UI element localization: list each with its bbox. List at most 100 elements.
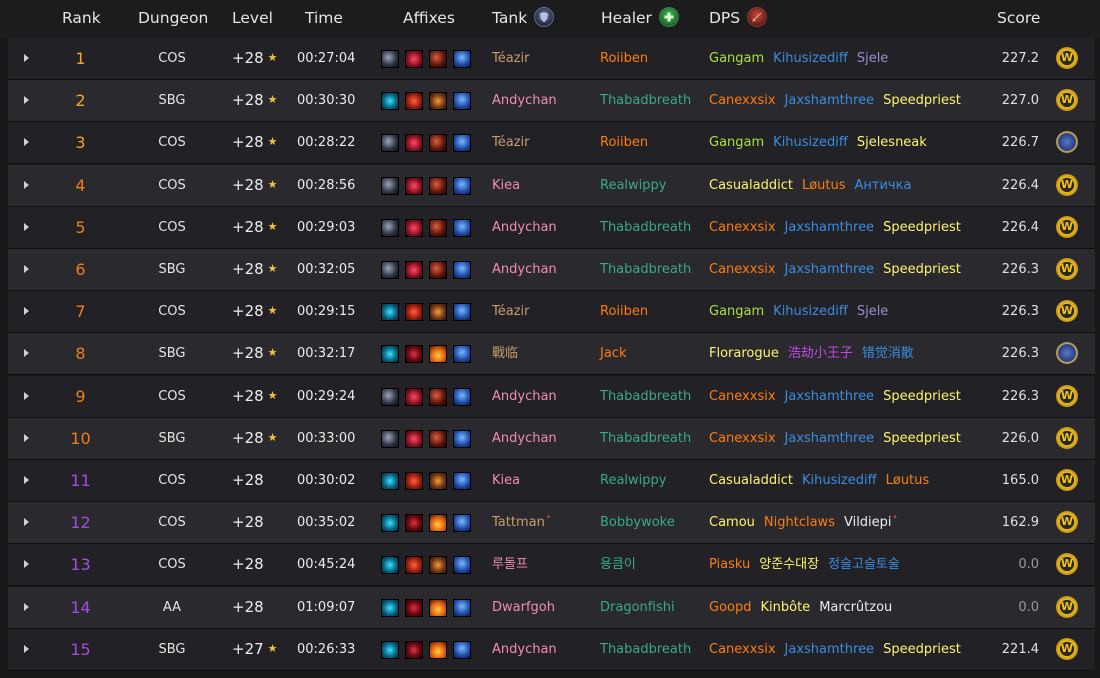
- mask-sepal-icon[interactable]: [381, 429, 399, 448]
- tyrannical-icon[interactable]: [453, 176, 471, 195]
- tyrannical-icon[interactable]: [453, 514, 471, 533]
- dps-name[interactable]: Античка: [855, 178, 912, 193]
- healer-name[interactable]: Thabadbreath: [600, 249, 691, 290]
- dungeon-value[interactable]: COS: [132, 460, 212, 501]
- dps-name[interactable]: Goopd: [709, 600, 752, 615]
- dungeon-value[interactable]: SBG: [132, 80, 212, 121]
- header-score[interactable]: Score: [997, 0, 1040, 36]
- tyrannical-icon[interactable]: [453, 387, 471, 406]
- dps-name[interactable]: Sjele: [857, 304, 888, 319]
- dps-name[interactable]: Kihusizediff: [802, 473, 877, 488]
- header-time[interactable]: Time: [305, 0, 343, 36]
- tyrannical-icon[interactable]: [453, 472, 471, 490]
- storming-icon[interactable]: [381, 556, 399, 575]
- dps-name[interactable]: 错觉消散: [862, 346, 914, 361]
- dps-name[interactable]: Vildiepi•: [844, 513, 898, 530]
- storming-icon[interactable]: [381, 92, 399, 111]
- header-level[interactable]: Level: [232, 0, 273, 36]
- mask-sepal-icon[interactable]: [381, 176, 399, 195]
- healer-name[interactable]: Dragonfishi: [600, 587, 675, 628]
- dps-name[interactable]: Canexxsix: [709, 431, 776, 446]
- dps-name[interactable]: Jaxshamthree: [785, 220, 875, 235]
- healer-name[interactable]: Thabadbreath: [600, 80, 691, 121]
- dps-name[interactable]: Speedpriest: [883, 389, 961, 404]
- table-row[interactable]: 11 COS +28 00:30:02 Kiea Realwippy Casualaddic…: [8, 460, 1095, 502]
- tyrannical-icon[interactable]: [453, 218, 471, 237]
- tank-name[interactable]: 戰临: [492, 333, 518, 374]
- dps-name[interactable]: Piasku: [709, 557, 750, 572]
- inspiring-icon[interactable]: [405, 556, 423, 575]
- bolstering-icon[interactable]: [429, 218, 447, 237]
- dps-name[interactable]: Kinbôte: [761, 600, 811, 615]
- table-row[interactable]: 7 COS +28 ★ 00:29:15 Téazir Roiiben Gangam Kihus…: [8, 291, 1095, 334]
- dps-name[interactable]: Canexxsix: [709, 220, 776, 235]
- tank-name[interactable]: Andychan: [492, 207, 557, 248]
- dungeon-value[interactable]: COS: [132, 165, 212, 206]
- dps-name[interactable]: Jaxshamthree: [785, 262, 875, 277]
- raging-icon[interactable]: [405, 345, 423, 364]
- dps-name[interactable]: Gangam: [709, 304, 764, 319]
- storming-icon[interactable]: [381, 640, 399, 659]
- dps-name[interactable]: Nightclaws: [764, 515, 835, 530]
- quaking-icon[interactable]: [429, 598, 447, 617]
- bursting-icon[interactable]: [405, 134, 423, 153]
- tank-name[interactable]: Andychan: [492, 80, 557, 121]
- healer-name[interactable]: Roiiben: [600, 122, 648, 163]
- mask-sepal-icon[interactable]: [381, 261, 399, 279]
- tank-name[interactable]: Dwarfgoh: [492, 587, 555, 628]
- dungeon-value[interactable]: AA: [132, 587, 212, 628]
- dps-name[interactable]: Speedpriest: [883, 93, 961, 108]
- table-row[interactable]: 12 COS +28 00:35:02 Tattman• Bobbywoke Camou Ni…: [8, 502, 1095, 545]
- tyrannical-icon[interactable]: [453, 598, 471, 617]
- dungeon-value[interactable]: COS: [132, 38, 212, 79]
- table-row[interactable]: 4 COS +28 ★ 00:28:56 Kiea Realwippy Casualaddic…: [8, 164, 1095, 207]
- tyrannical-icon[interactable]: [453, 134, 471, 153]
- dps-name[interactable]: Canexxsix: [709, 389, 776, 404]
- healer-name[interactable]: Roiiben: [600, 291, 648, 332]
- tank-name[interactable]: Andychan: [492, 418, 557, 459]
- healer-name[interactable]: Thabadbreath: [600, 376, 691, 417]
- bursting-icon[interactable]: [405, 176, 423, 195]
- dps-name[interactable]: Jaxshamthree: [785, 642, 875, 657]
- dps-name[interactable]: Kihusizediff: [773, 304, 848, 319]
- dps-name[interactable]: Gangam: [709, 51, 764, 66]
- dps-name[interactable]: Sjele: [857, 51, 888, 66]
- dps-name[interactable]: 浩劫小王子: [788, 346, 853, 361]
- dps-name[interactable]: Marcrûtzou: [819, 600, 892, 615]
- dps-name[interactable]: Jaxshamthree: [785, 93, 875, 108]
- tyrannical-icon[interactable]: [453, 429, 471, 448]
- tank-name[interactable]: 루돌프: [492, 544, 528, 585]
- tyrannical-icon[interactable]: [453, 50, 471, 68]
- dps-name[interactable]: 양준수대장: [759, 557, 819, 572]
- table-row[interactable]: 2 SBG +28 ★ 00:30:30 Andychan Thabadbreath Cane…: [8, 80, 1095, 123]
- dps-name[interactable]: Speedpriest: [883, 262, 961, 277]
- table-row[interactable]: 5 COS +28 ★ 00:29:03 Andychan Thabadbreath Cane…: [8, 206, 1095, 249]
- dps-name[interactable]: Kihusizediff: [773, 51, 848, 66]
- healer-name[interactable]: Roiiben: [600, 38, 648, 79]
- storming-icon[interactable]: [381, 472, 399, 490]
- spiteful-icon[interactable]: [429, 303, 447, 322]
- dps-name[interactable]: Camou: [709, 515, 755, 530]
- tyrannical-icon[interactable]: [453, 345, 471, 364]
- tank-name[interactable]: Téazir: [492, 38, 529, 79]
- table-row[interactable]: 3 COS +28 ★ 00:28:22 Téazir Roiiben Gangam Kihus…: [8, 122, 1095, 165]
- bursting-icon[interactable]: [405, 50, 423, 68]
- dps-name[interactable]: Florarogue: [709, 346, 779, 361]
- storming-icon[interactable]: [381, 514, 399, 533]
- mask-sepal-icon[interactable]: [381, 387, 399, 406]
- spiteful-icon[interactable]: [429, 92, 447, 111]
- bolstering-icon[interactable]: [429, 387, 447, 406]
- healer-name[interactable]: 용큼이: [600, 544, 636, 585]
- storming-icon[interactable]: [381, 303, 399, 322]
- dungeon-value[interactable]: COS: [132, 291, 212, 332]
- dps-name[interactable]: Speedpriest: [883, 642, 961, 657]
- bolstering-icon[interactable]: [429, 429, 447, 448]
- bursting-icon[interactable]: [405, 218, 423, 237]
- dungeon-value[interactable]: COS: [132, 207, 212, 248]
- tyrannical-icon[interactable]: [453, 556, 471, 575]
- raging-icon[interactable]: [405, 598, 423, 617]
- inspiring-icon[interactable]: [405, 303, 423, 322]
- storming-icon[interactable]: [381, 598, 399, 617]
- dungeon-value[interactable]: SBG: [132, 333, 212, 374]
- dps-name[interactable]: Kihusizediff: [773, 135, 848, 150]
